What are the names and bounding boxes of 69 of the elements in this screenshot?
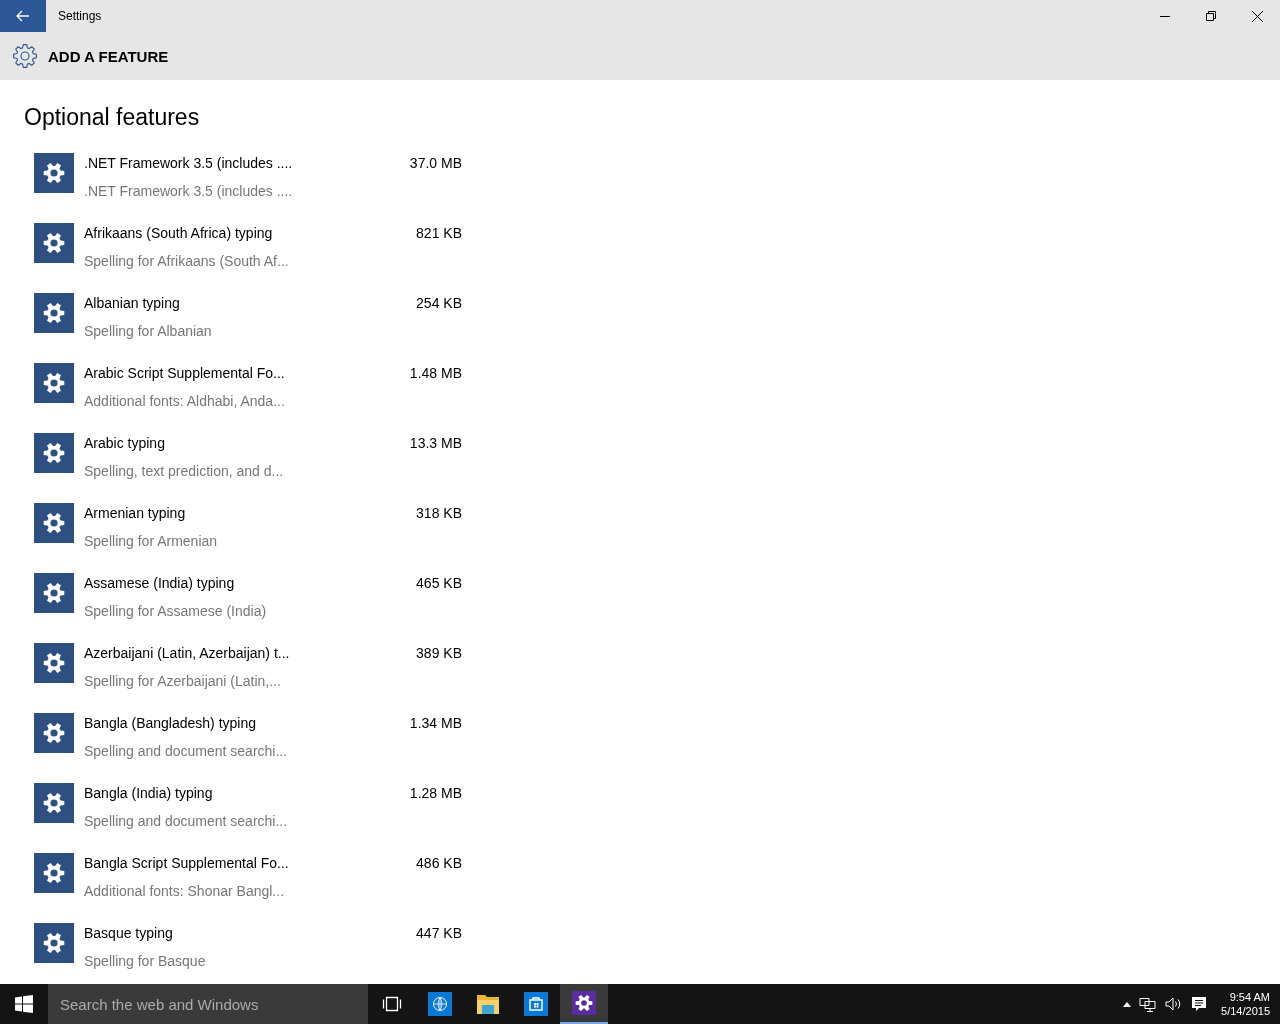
chevron-up-icon[interactable] (1123, 1001, 1132, 1007)
gear-icon (42, 721, 66, 745)
feature-name[interactable]: Armenian typing (84, 505, 417, 521)
feature-name[interactable]: Bangla (Bangladesh) typing (84, 715, 410, 731)
network-icon[interactable] (1139, 996, 1158, 1012)
shopping-bag-icon (524, 992, 548, 1016)
notification-icon[interactable] (1191, 996, 1208, 1012)
gear-icon (42, 931, 66, 955)
feature-name[interactable]: .NET Framework 3.5 (includes .... (84, 155, 410, 171)
windows-logo-icon (15, 995, 33, 1013)
clock-date: 5/14/2015 (1221, 1005, 1270, 1017)
feature-size: 389 KB (416, 644, 462, 663)
feature-size: 1.28 MB (409, 784, 462, 803)
feature-size: 37.0 MB (409, 154, 462, 173)
feature-size: 1.48 MB (409, 364, 462, 383)
feature-size: 465 KB (416, 574, 462, 593)
page-title: ADD A FEATURE (48, 47, 169, 65)
taskbar-app-button[interactable] (560, 984, 608, 1024)
feature-name[interactable]: Azerbaijani (Latin, Azerbaijan) t... (84, 645, 417, 661)
folder-icon (476, 993, 500, 1015)
gear-icon (42, 651, 66, 675)
feature-description: .NET Framework 3.5 (includes .... (84, 183, 294, 199)
feature-size: 13.3 MB (409, 434, 462, 453)
feature-description: Spelling for Basque (84, 953, 207, 969)
feature-size: 486 KB (416, 854, 462, 873)
task-view-icon (382, 996, 402, 1012)
feature-description: Spelling for Armenian (84, 533, 219, 549)
feature-description: Spelling for Albanian (84, 323, 213, 339)
feature-name[interactable]: Bangla Script Supplemental Fo... (84, 855, 417, 871)
feature-size: 318 KB (416, 504, 462, 523)
back-arrow-icon (16, 10, 30, 22)
close-icon (1251, 10, 1263, 22)
gear-icon (42, 301, 66, 325)
feature-name[interactable]: Afrikaans (South Africa) typing (84, 225, 417, 241)
feature-description: Spelling, text prediction, and d... (84, 463, 285, 479)
gear-icon (42, 371, 66, 395)
feature-name[interactable]: Bangla (India) typing (84, 785, 410, 801)
feature-name[interactable]: Albanian typing (84, 295, 417, 311)
section-heading: Optional features (24, 104, 201, 131)
gear-icon (42, 511, 66, 535)
clock-time: 9:54 AM (1229, 991, 1270, 1003)
feature-name[interactable]: Assamese (India) typing (84, 575, 417, 591)
gear-icon (42, 861, 66, 885)
feature-name[interactable]: Arabic Script Supplemental Fo... (84, 365, 410, 381)
gear-icon (42, 791, 66, 815)
gear-icon (42, 161, 66, 185)
feature-description: Spelling and document searchi... (84, 743, 289, 759)
feature-size: 447 KB (416, 924, 462, 943)
gear-icon (42, 441, 66, 465)
feature-size: 254 KB (416, 294, 462, 313)
feature-description: Spelling for Azerbaijani (Latin,... (84, 673, 282, 689)
feature-size: 821 KB (416, 224, 462, 243)
feature-description: Spelling and document searchi... (84, 813, 289, 829)
feature-name[interactable]: Arabic typing (84, 435, 410, 451)
feature-size: 1.34 MB (409, 714, 462, 733)
gear-icon (42, 581, 66, 605)
window-title: Settings (58, 9, 103, 23)
feature-description: Spelling for Afrikaans (South Af... (84, 253, 290, 269)
back-button[interactable] (0, 0, 46, 32)
feature-description: Spelling for Assamese (India) (84, 603, 268, 619)
feature-name[interactable]: Basque typing (84, 925, 417, 941)
feature-description: Additional fonts: Aldhabi, Anda... (84, 393, 286, 409)
globe-icon (428, 992, 452, 1016)
search-field[interactable]: Search the web and Windows (48, 984, 368, 1024)
restore-icon (1206, 11, 1216, 21)
gear-icon (12, 43, 38, 69)
gear-icon (572, 991, 596, 1015)
gear-icon (42, 231, 66, 255)
feature-description: Additional fonts: Shonar Bangl... (84, 883, 286, 899)
